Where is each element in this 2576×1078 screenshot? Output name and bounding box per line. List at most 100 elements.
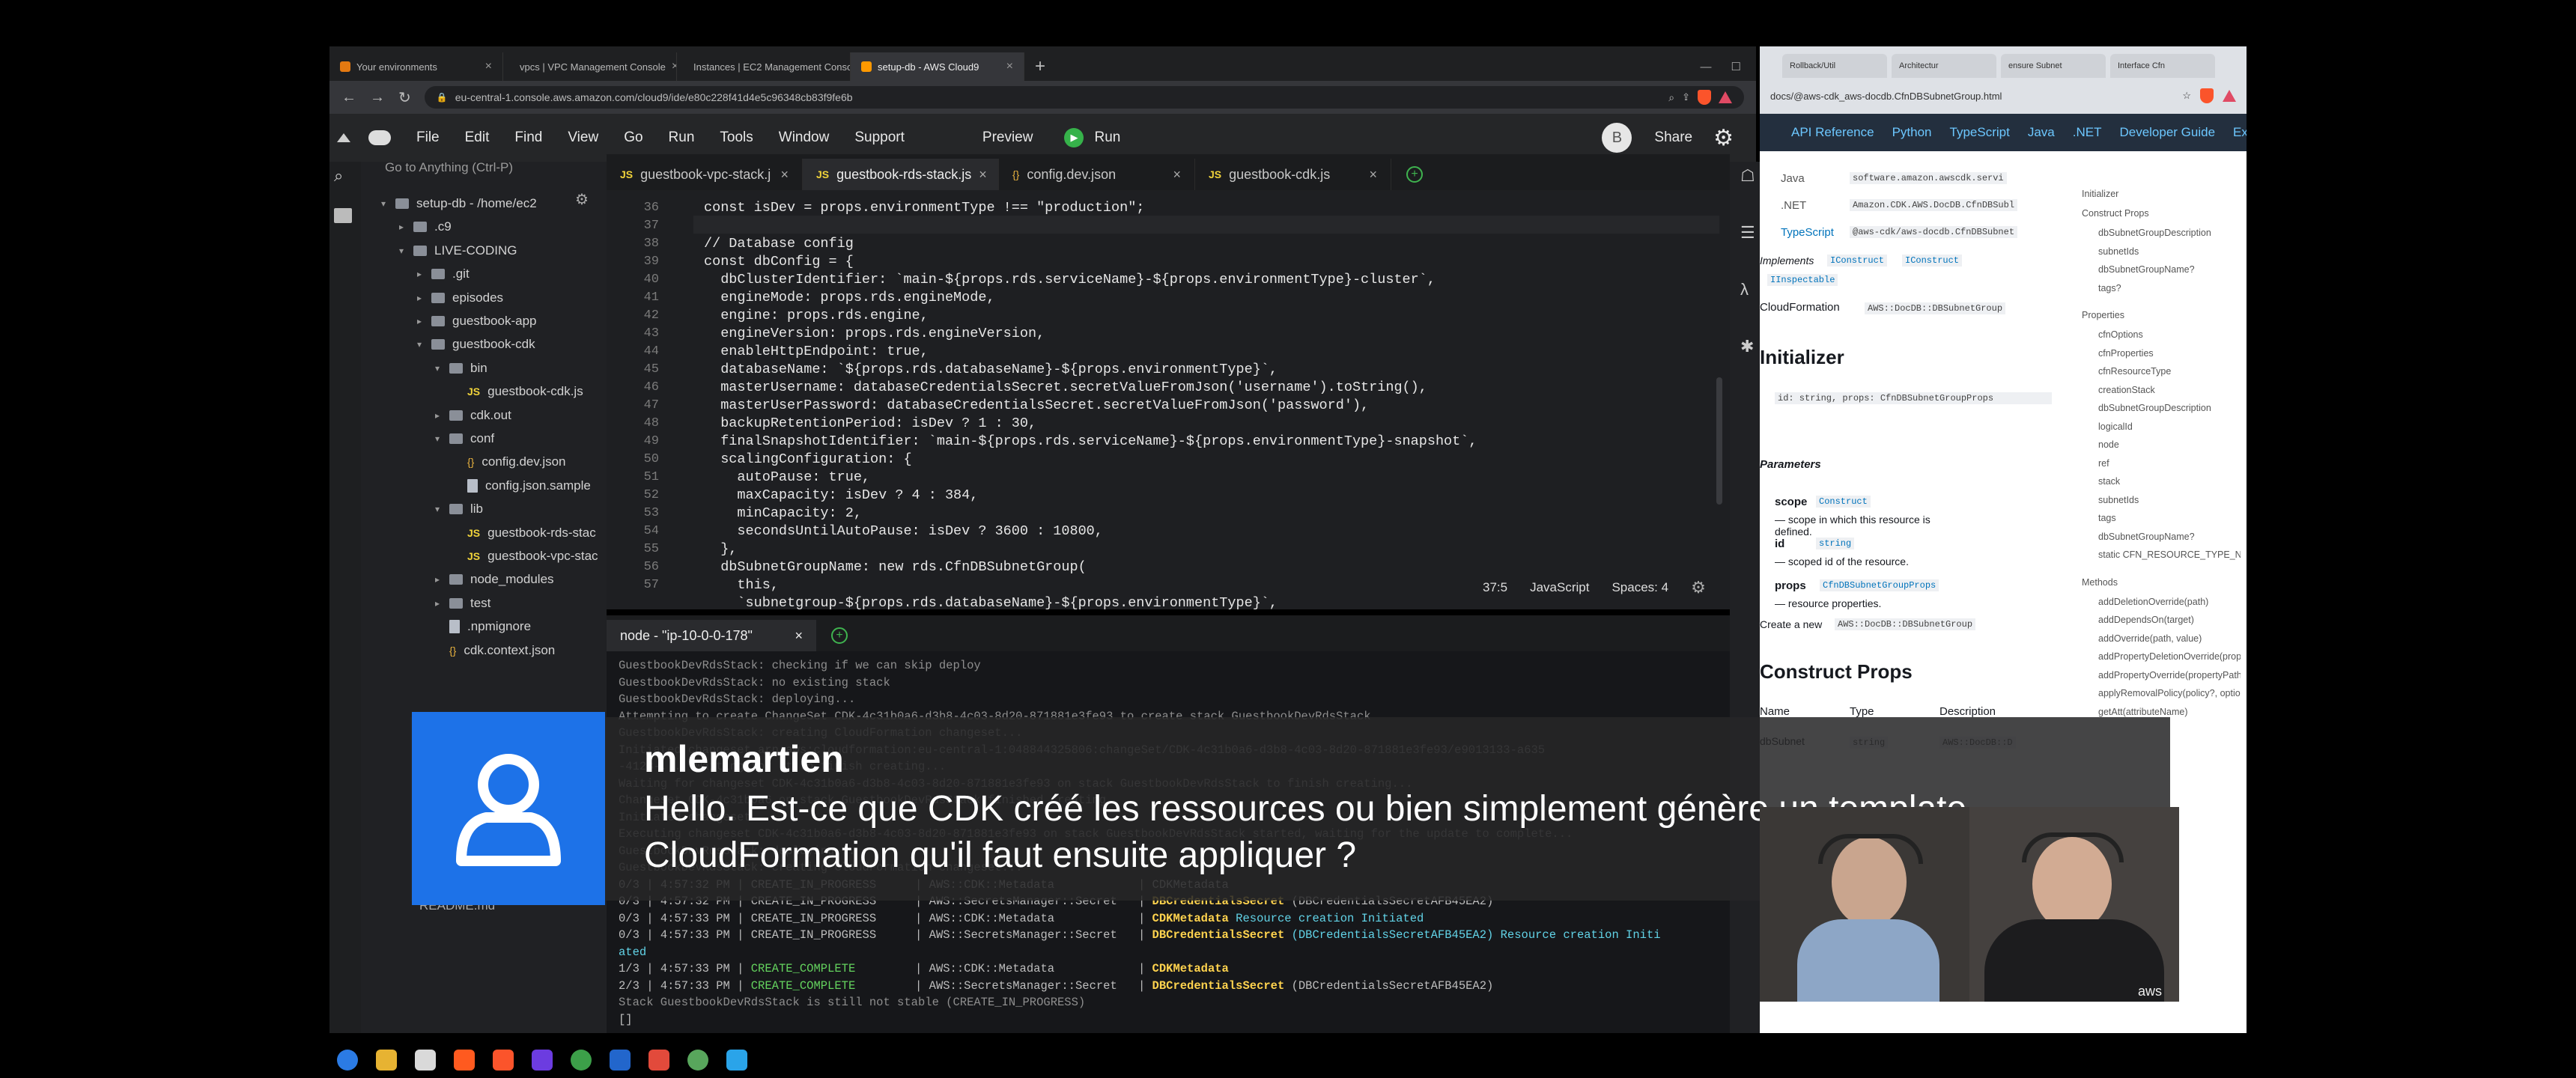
docs-lang-label[interactable]: TypeScript [1781, 226, 1834, 239]
browser-tab[interactable]: setup-db - AWS Cloud9 × [851, 52, 1024, 81]
toc-item[interactable]: subnetIds [2098, 495, 2241, 505]
menu-item[interactable]: Edit [465, 130, 490, 146]
docs-tab[interactable]: Architectur [1892, 54, 1996, 78]
tree-item[interactable]: ▾ setup-db - /home/ec2 [379, 192, 537, 216]
docs-tab[interactable]: Rollback/Util [1782, 54, 1887, 78]
close-icon[interactable]: × [979, 167, 987, 183]
toc-item[interactable]: tags? [2098, 283, 2241, 293]
tree-item[interactable]: ▸ cdk.out [433, 404, 511, 427]
browser-tab[interactable]: Your environments × [329, 52, 503, 81]
tree-item[interactable]: ▸ node_modules [433, 567, 554, 591]
gear-icon[interactable]: ⚙ [1713, 125, 1734, 151]
share-icon[interactable]: ⇪ [1682, 91, 1690, 103]
menu-item[interactable]: View [568, 130, 598, 146]
docs-nav-link[interactable]: .NET [2073, 125, 2102, 140]
reload-icon[interactable]: ↻ [398, 88, 411, 107]
chevron-down-icon[interactable]: ▾ [415, 339, 424, 350]
tree-item[interactable]: ▸ .c9 [397, 215, 452, 239]
docs-nav-link[interactable]: Developer Guide [2119, 125, 2215, 140]
debugger-icon[interactable]: ✱ [1740, 337, 1754, 356]
tree-item[interactable]: config.json.sample [451, 474, 591, 498]
chevron-right-icon[interactable]: ▸ [415, 269, 424, 279]
cloud9-logo-icon[interactable] [368, 130, 391, 145]
share-button[interactable]: Share [1654, 130, 1692, 146]
chevron-right-icon[interactable]: ▸ [433, 410, 442, 421]
indent-setting[interactable]: Spaces: 4 [1611, 580, 1668, 595]
taskbar-app3-icon[interactable] [687, 1050, 708, 1071]
toc-item[interactable]: addDeletionOverride(path) [2098, 597, 2241, 607]
menu-item[interactable]: Run [669, 130, 695, 146]
tree-item[interactable]: .npmignore [433, 615, 531, 639]
close-icon[interactable]: × [1369, 167, 1377, 183]
toc-item[interactable]: stack [2098, 476, 2241, 487]
docs-tab[interactable]: ensure Subnet [2001, 54, 2106, 78]
close-icon[interactable]: × [780, 167, 789, 183]
star-icon[interactable]: ☆ [2182, 90, 2191, 102]
add-tab-icon[interactable]: + [1406, 166, 1423, 183]
brave-rewards-icon[interactable] [1719, 91, 1732, 103]
docs-implements-item[interactable]: IConstruct [1827, 255, 1888, 267]
docs-implements-item[interactable]: IInspectable [1767, 274, 1838, 286]
chevron-down-icon[interactable]: ▾ [433, 433, 442, 444]
close-icon[interactable]: × [672, 60, 676, 73]
outline-icon[interactable]: ☰ [1740, 223, 1755, 243]
docs-lang-label[interactable]: .NET [1781, 199, 1806, 212]
chevron-right-icon[interactable]: ▸ [433, 598, 442, 609]
lambda-icon[interactable]: λ [1740, 280, 1749, 299]
toc-item[interactable]: node [2098, 439, 2241, 450]
taskbar-chrome-icon[interactable] [571, 1050, 592, 1071]
editor-scrollbar[interactable] [1716, 377, 1722, 505]
chevron-right-icon[interactable]: ▸ [397, 222, 406, 232]
folder-icon[interactable] [334, 208, 352, 223]
docs-nav-link[interactable]: Examp [2233, 125, 2247, 140]
url-field[interactable]: 🔒 eu-central-1.console.aws.amazon.com/cl… [424, 86, 1744, 109]
editor-tab[interactable]: JS guestbook-cdk.js × [1195, 159, 1391, 190]
taskbar-files-icon[interactable] [376, 1050, 397, 1071]
goto-anything-input[interactable]: Go to Anything (Ctrl-P) [374, 156, 599, 180]
code-editor[interactable]: 36 37 38 39 40 41 42 43 44 45 46 47 48 49 50 51 52 53 54 55… [607, 190, 1730, 609]
chevron-right-icon[interactable]: ▸ [415, 316, 424, 326]
browser-tab[interactable]: Instances | EC2 Management Conso× [677, 52, 851, 81]
toc-item[interactable]: dbSubnetGroupDescription [2098, 228, 2241, 238]
cursor-position[interactable]: 37:5 [1483, 580, 1507, 595]
minimize-icon[interactable]: — [1701, 61, 1712, 73]
tree-item[interactable]: JS guestbook-rds-stac [451, 521, 596, 545]
maximize-icon[interactable]: ☐ [1731, 60, 1741, 73]
terminal-tab[interactable]: node - "ip-10-0-0-178" × [607, 620, 816, 651]
editor-tab[interactable]: JS guestbook-rds-stack.js × [803, 159, 999, 190]
taskbar-app4-icon[interactable] [726, 1050, 747, 1071]
toc-item[interactable]: dbSubnetGroupDescription [2098, 403, 2241, 413]
close-icon[interactable]: × [795, 628, 803, 644]
chevron-right-icon[interactable]: ▸ [415, 293, 424, 303]
collaborate-icon[interactable]: ☖ [1740, 166, 1755, 186]
tree-item[interactable]: JS guestbook-vpc-stac [451, 544, 598, 568]
language-mode[interactable]: JavaScript [1530, 580, 1589, 595]
docs-nav-link[interactable]: Java [2028, 125, 2055, 140]
brave-rewards-icon[interactable] [2223, 90, 2236, 102]
toc-item[interactable]: applyRemovalPolicy(policy?, options?) [2098, 688, 2241, 698]
taskbar-app-icon[interactable] [337, 1050, 358, 1071]
close-icon[interactable]: × [1006, 60, 1013, 73]
toc-item[interactable]: cfnProperties [2098, 348, 2241, 359]
tree-item[interactable]: ▾ lib [433, 497, 483, 521]
add-terminal-icon[interactable]: + [831, 627, 848, 644]
menu-item[interactable]: Find [514, 130, 542, 146]
tree-item[interactable]: ▸ guestbook-app [415, 309, 537, 333]
chevron-right-icon[interactable]: ▸ [433, 574, 442, 585]
close-icon[interactable]: × [485, 60, 492, 73]
docs-lang-label[interactable]: Java [1781, 172, 1805, 185]
menu-item[interactable]: Window [779, 130, 830, 146]
status-gear-icon[interactable]: ⚙ [1691, 578, 1706, 597]
toc-item[interactable]: dbSubnetGroupName? [2098, 264, 2241, 275]
editor-tab[interactable]: JS guestbook-vpc-stack.j × [607, 159, 803, 190]
toc-item[interactable]: subnetIds [2098, 246, 2241, 257]
docs-nav-link[interactable]: TypeScript [1950, 125, 2010, 140]
brave-shield-icon[interactable] [2200, 88, 2214, 103]
forward-icon[interactable]: → [370, 89, 385, 106]
tree-item[interactable]: JS guestbook-cdk.js [451, 380, 583, 404]
toc-item[interactable]: ref [2098, 458, 2241, 469]
tree-item[interactable]: ▸ episodes [415, 286, 503, 310]
new-tab-button[interactable]: + [1024, 52, 1056, 81]
toc-item[interactable]: cfnOptions [2098, 329, 2241, 340]
browser-tab[interactable]: vpcs | VPC Management Console × [503, 52, 677, 81]
